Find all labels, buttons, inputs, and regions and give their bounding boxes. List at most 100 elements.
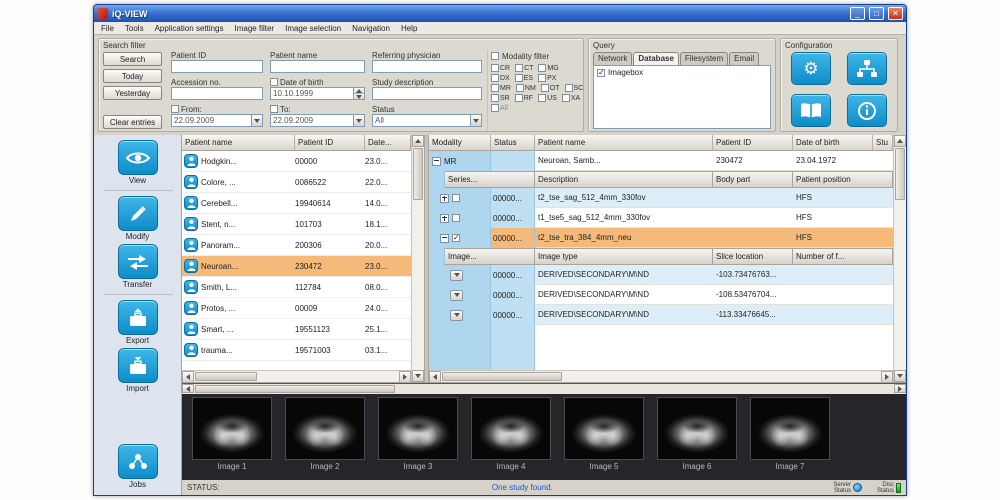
import-icon-button[interactable] [118,348,158,383]
col-body-part[interactable]: Body part [713,171,793,188]
yesterday-button[interactable]: Yesterday [103,86,162,100]
menu-file[interactable]: File [101,24,114,33]
sidebar-item-transfer[interactable]: Transfer [118,244,158,289]
patient-name-input[interactable] [270,60,365,73]
col-patient-name[interactable]: Patient name [182,135,295,151]
modality-checkbox[interactable]: NM [516,84,536,92]
patient-row[interactable]: Panoram... 200306 20.0... [182,235,411,256]
col-description[interactable]: Description [535,171,713,188]
image-row[interactable]: 00000... DERIVED\SECONDARY\M\ND -103.734… [429,265,893,285]
modality-checkbox-all[interactable]: All [491,104,508,112]
scroll-left-button[interactable] [182,371,194,383]
series-row[interactable]: 00000... t2_tse_sag_512_4mm_330fov HFS [429,188,893,208]
menu-tools[interactable]: Tools [125,24,144,33]
to-dropdown-button[interactable] [353,114,365,127]
scroll-up-button[interactable] [412,135,424,147]
study-horizontal-scrollbar[interactable] [429,370,893,382]
tab-network[interactable]: Network [593,52,632,65]
modality-checkbox[interactable]: CR [491,64,510,72]
col-patient-name[interactable]: Patient name [535,135,713,151]
imagebox-checkbox[interactable] [597,69,605,77]
patient-row[interactable]: Smith, L... 112784 08.0... [182,277,411,298]
modality-checkbox[interactable]: US [538,94,557,102]
sidebar-item-view[interactable]: View [118,140,158,185]
study-vertical-scrollbar[interactable] [893,135,906,382]
patient-row[interactable]: Stent, n... 101703 18.1... [182,214,411,235]
modality-checkbox[interactable]: ES [515,74,533,82]
col-patient-position[interactable]: Patient position [793,171,893,188]
patient-row[interactable]: Protos, ... 00009 24.0... [182,298,411,319]
collapse-icon[interactable] [440,234,449,243]
series-checkbox[interactable] [452,214,460,222]
series-checkbox-checked[interactable] [452,234,460,242]
mri-thumbnail-image[interactable] [564,397,644,460]
search-button[interactable]: Search [103,52,162,66]
menu-image-filter[interactable]: Image filter [235,24,275,33]
scroll-right-button[interactable] [881,371,893,383]
mri-thumbnail-image[interactable] [285,397,365,460]
view-icon-button[interactable] [118,140,158,175]
jobs-icon-button[interactable] [118,444,158,479]
scrollbar-thumb[interactable] [195,385,395,393]
menu-help[interactable]: Help [401,24,417,33]
modify-icon-button[interactable] [118,196,158,231]
scroll-down-button[interactable] [894,370,906,382]
menu-application-settings[interactable]: Application settings [155,24,224,33]
mri-thumbnail-image[interactable] [750,397,830,460]
from-checkbox[interactable] [171,105,179,113]
sidebar-item-modify[interactable]: Modify [118,196,158,241]
patient-vertical-scrollbar[interactable] [411,135,424,382]
date-of-birth-checkbox[interactable] [270,78,278,86]
scroll-left-button[interactable] [182,384,194,393]
modality-checkbox[interactable]: DX [491,74,510,82]
col-status[interactable]: Status [491,135,535,151]
menu-navigation[interactable]: Navigation [352,24,390,33]
patient-row[interactable]: trauma... 19571003 03.1... [182,340,411,361]
modality-checkbox[interactable]: SC [565,84,584,92]
thumbnail-item[interactable]: Image 1 [192,397,272,471]
mri-thumbnail-image[interactable] [471,397,551,460]
col-slice-location[interactable]: Slice location [713,248,793,265]
sidebar-item-jobs[interactable]: Jobs [118,444,158,489]
status-combo[interactable] [372,114,482,127]
modality-filter-checkbox[interactable] [491,52,499,60]
scrollbar-track[interactable] [894,201,906,370]
date-of-birth-spinner[interactable] [353,87,365,100]
tab-database[interactable]: Database [633,52,679,65]
clear-entries-button[interactable]: Clear entries [103,115,162,129]
scrollbar-thumb[interactable] [413,148,423,200]
modality-checkbox[interactable]: CT [515,64,533,72]
close-button[interactable]: ✕ [888,7,903,20]
network-config-button[interactable] [847,52,887,85]
scroll-right-button[interactable] [894,384,906,393]
scrollbar-track[interactable] [563,371,881,382]
scroll-up-button[interactable] [894,135,906,147]
settings-button[interactable]: ⚙ [791,52,831,85]
scrollbar-track[interactable] [258,371,399,382]
status-dropdown-button[interactable] [470,114,482,127]
patient-row[interactable]: Colore, ... 0086522 22.0... [182,172,411,193]
thumbnail-item[interactable]: Image 4 [471,397,551,471]
patient-row-selected[interactable]: Neuroan... 230472 23.0... [182,256,411,277]
col-series[interactable]: Series... [445,171,535,188]
patient-row[interactable]: Smart, ... 19551123 25.1... [182,319,411,340]
modality-checkbox[interactable]: SR [491,94,510,102]
scrollbar-thumb[interactable] [895,148,905,200]
scrollbar-track[interactable] [396,384,894,394]
query-item-imagebox[interactable]: Imagebox [597,68,767,77]
image-dropdown-button[interactable] [450,310,463,321]
col-number-of-frames[interactable]: Number of f... [793,248,893,265]
thumbnail-item[interactable]: Image 2 [285,397,365,471]
patient-horizontal-scrollbar[interactable] [182,370,411,382]
maximize-button[interactable]: □ [869,7,884,20]
minimize-button[interactable]: _ [850,7,865,20]
scrollbar-thumb[interactable] [442,372,562,381]
study-row[interactable]: MR Neuroan, Samb... 230472 23.04.1972 [429,151,893,171]
mri-thumbnail-image[interactable] [657,397,737,460]
study-description-input[interactable] [372,87,482,100]
transfer-icon-button[interactable] [118,244,158,279]
to-checkbox[interactable] [270,105,278,113]
menu-image-selection[interactable]: Image selection [285,24,341,33]
tab-email[interactable]: Email [729,52,759,65]
from-dropdown-button[interactable] [251,114,263,127]
